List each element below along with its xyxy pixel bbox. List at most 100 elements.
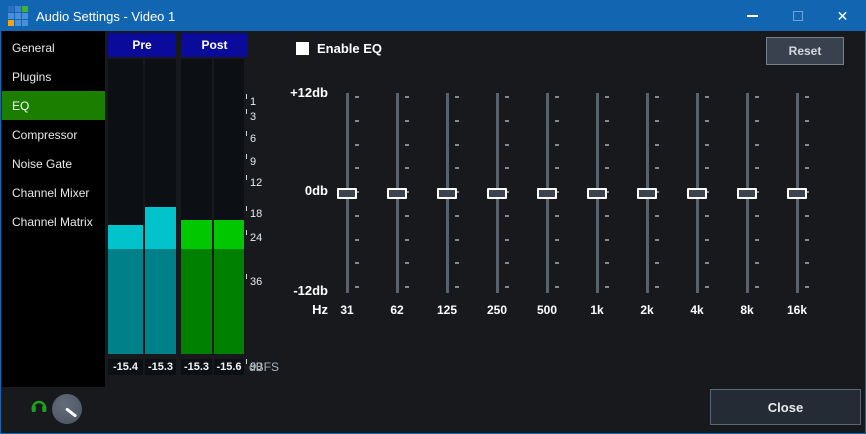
eq-tick <box>705 120 709 122</box>
eq-freq-label-8k: 8k <box>722 303 772 317</box>
eq-freq-label-4k: 4k <box>672 303 722 317</box>
eq-tick <box>755 96 759 98</box>
sidebar-item-channel-mixer[interactable]: Channel Mixer <box>2 178 105 207</box>
eq-slider-thumb-500[interactable] <box>537 188 557 199</box>
eq-freq-label-16k: 16k <box>772 303 822 317</box>
eq-tick <box>655 96 659 98</box>
maximize-button[interactable] <box>775 1 820 31</box>
headphones-icon[interactable] <box>30 396 48 414</box>
eq-tick <box>555 120 559 122</box>
eq-tick <box>455 96 459 98</box>
meter-scale-24: 24 <box>250 232 262 244</box>
sidebar-item-plugins[interactable]: Plugins <box>2 62 105 91</box>
enable-eq-checkbox[interactable] <box>296 42 309 55</box>
sidebar-item-noise-gate[interactable]: Noise Gate <box>2 149 105 178</box>
meter-level-bright <box>181 220 212 249</box>
eq-slider-thumb-31[interactable] <box>337 188 357 199</box>
meter-scale-3: 3 <box>250 111 256 123</box>
eq-tick <box>805 167 809 169</box>
meter-level-bright <box>108 225 143 249</box>
eq-tick <box>705 96 709 98</box>
eq-tick <box>555 144 559 146</box>
freq-axis-label: Hz <box>268 302 328 317</box>
meter-level-dark <box>181 249 212 354</box>
headphones-volume-knob[interactable] <box>52 394 82 424</box>
sidebar-item-compressor[interactable]: Compressor <box>2 120 105 149</box>
minimize-icon <box>747 15 758 17</box>
audio-meters: PrePost-15.4-15.3-15.3-15.61369121824369… <box>105 31 285 387</box>
meter-bar-post-1 <box>181 59 212 354</box>
meter-value-pre-1: -15.4 <box>108 359 143 375</box>
eq-tick <box>555 262 559 264</box>
eq-tick <box>355 215 359 217</box>
eq-freq-label-125: 125 <box>422 303 472 317</box>
eq-tick <box>405 239 409 241</box>
eq-tick <box>705 167 709 169</box>
eq-tick <box>755 239 759 241</box>
eq-tick <box>705 286 709 288</box>
eq-tick <box>805 96 809 98</box>
eq-tick <box>455 120 459 122</box>
eq-tick <box>555 215 559 217</box>
meter-level-dark <box>145 249 176 354</box>
eq-slider-thumb-1k[interactable] <box>587 188 607 199</box>
eq-tick <box>455 215 459 217</box>
minimize-button[interactable] <box>730 1 775 31</box>
meter-scale-36: 36 <box>250 276 262 288</box>
eq-freq-label-1k: 1k <box>572 303 622 317</box>
eq-tick <box>805 120 809 122</box>
meter-level-dark <box>108 249 143 354</box>
eq-tick <box>805 215 809 217</box>
eq-slider-thumb-125[interactable] <box>437 188 457 199</box>
eq-tick <box>405 286 409 288</box>
close-button[interactable]: Close <box>710 389 861 425</box>
sidebar: GeneralPluginsEQCompressorNoise GateChan… <box>2 31 105 387</box>
gain-label-plus12: +12db <box>268 85 328 100</box>
eq-tick <box>355 96 359 98</box>
eq-tick <box>355 239 359 241</box>
eq-tick <box>555 167 559 169</box>
eq-tick <box>605 96 609 98</box>
titlebar: Audio Settings - Video 1 ✕ <box>1 1 865 31</box>
eq-freq-label-500: 500 <box>522 303 572 317</box>
eq-tick <box>805 262 809 264</box>
eq-tick <box>755 120 759 122</box>
eq-tick <box>405 120 409 122</box>
eq-tick <box>455 262 459 264</box>
meter-bar-pre-2 <box>145 59 176 354</box>
eq-tick <box>355 167 359 169</box>
eq-sliders: 31621252505001k2k4k8k16k <box>331 81 841 326</box>
maximize-icon <box>793 11 803 21</box>
eq-tick <box>455 167 459 169</box>
eq-tick <box>605 239 609 241</box>
eq-slider-thumb-2k[interactable] <box>637 188 657 199</box>
meter-scale-1: 1 <box>250 96 256 108</box>
close-window-button[interactable]: ✕ <box>820 1 865 31</box>
eq-tick <box>505 96 509 98</box>
meter-level-dark <box>214 249 244 354</box>
sidebar-item-channel-matrix[interactable]: Channel Matrix <box>2 207 105 236</box>
eq-tick <box>405 262 409 264</box>
eq-slider-thumb-16k[interactable] <box>787 188 807 199</box>
eq-freq-label-2k: 2k <box>622 303 672 317</box>
meter-bar-post-2 <box>214 59 244 354</box>
eq-slider-thumb-62[interactable] <box>387 188 407 199</box>
meter-value-pre-2: -15.3 <box>145 359 176 375</box>
eq-tick <box>405 215 409 217</box>
eq-tick <box>505 144 509 146</box>
eq-slider-thumb-250[interactable] <box>487 188 507 199</box>
gain-label-zero: 0db <box>268 183 328 198</box>
eq-slider-thumb-4k[interactable] <box>687 188 707 199</box>
eq-tick <box>355 262 359 264</box>
sidebar-item-general[interactable]: General <box>2 33 105 62</box>
sidebar-item-eq[interactable]: EQ <box>2 91 105 120</box>
eq-slider-thumb-8k[interactable] <box>737 188 757 199</box>
close-icon: ✕ <box>837 9 849 23</box>
eq-tick <box>405 167 409 169</box>
meter-scale-12: 12 <box>250 177 262 189</box>
eq-tick <box>655 144 659 146</box>
eq-freq-label-62: 62 <box>372 303 422 317</box>
eq-tick <box>655 286 659 288</box>
eq-tick <box>755 167 759 169</box>
reset-button[interactable]: Reset <box>766 37 844 65</box>
